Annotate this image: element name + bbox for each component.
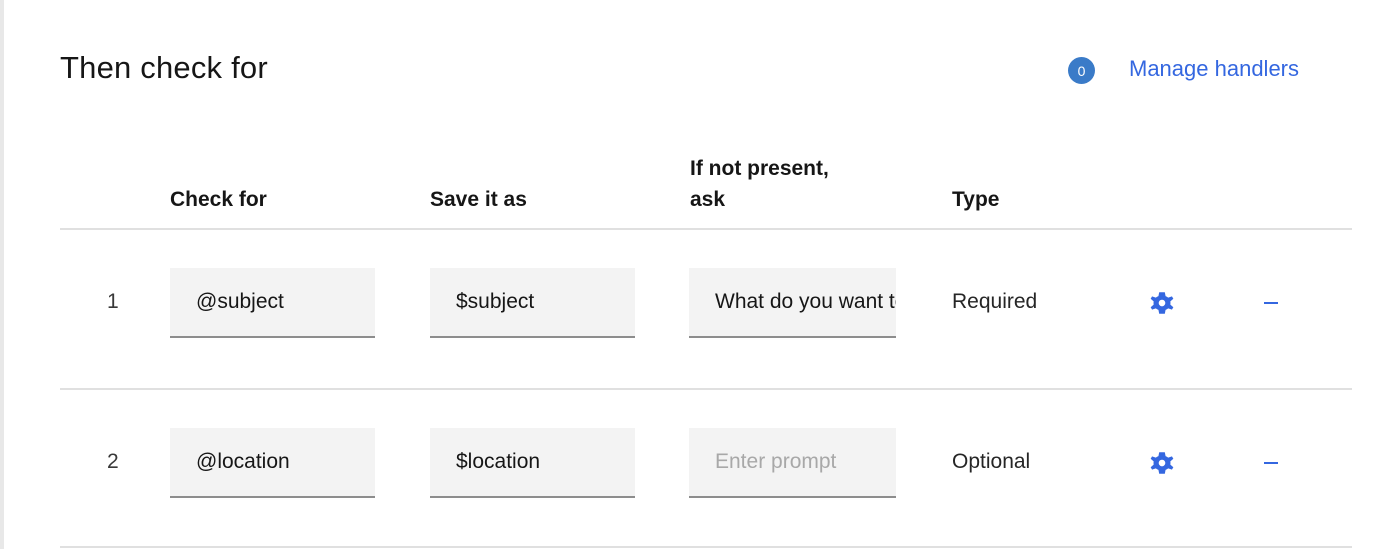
header-check-for: Check for bbox=[170, 188, 267, 211]
save-as-input[interactable] bbox=[430, 268, 635, 338]
row-divider bbox=[60, 388, 1352, 390]
remove-row-button[interactable] bbox=[1256, 288, 1286, 318]
header-divider bbox=[60, 228, 1352, 230]
gear-icon[interactable] bbox=[1147, 288, 1177, 318]
header-type: Type bbox=[952, 188, 1000, 211]
handler-count-badge: 0 bbox=[1068, 57, 1095, 84]
type-label: Required bbox=[952, 290, 1038, 313]
left-rail bbox=[0, 0, 4, 549]
manage-handlers-link[interactable]: Manage handlers bbox=[1129, 56, 1299, 82]
minus-icon bbox=[1264, 302, 1278, 304]
type-label: Optional bbox=[952, 450, 1031, 473]
prompt-input[interactable] bbox=[689, 268, 896, 338]
save-as-input[interactable] bbox=[430, 428, 635, 498]
header-save-it-as: Save it as bbox=[430, 188, 527, 211]
header-if-not-present-line2: ask bbox=[690, 188, 726, 211]
check-for-input[interactable] bbox=[170, 428, 375, 498]
check-for-input[interactable] bbox=[170, 268, 375, 338]
section-title: Then check for bbox=[60, 50, 268, 85]
row-divider bbox=[60, 546, 1352, 548]
row-number: 2 bbox=[107, 450, 119, 473]
row-number: 1 bbox=[107, 290, 119, 313]
minus-icon bbox=[1264, 462, 1278, 464]
gear-icon[interactable] bbox=[1147, 448, 1177, 478]
remove-row-button[interactable] bbox=[1256, 448, 1286, 478]
header-if-not-present-line1: If not present, bbox=[690, 157, 829, 180]
prompt-input[interactable] bbox=[689, 428, 896, 498]
